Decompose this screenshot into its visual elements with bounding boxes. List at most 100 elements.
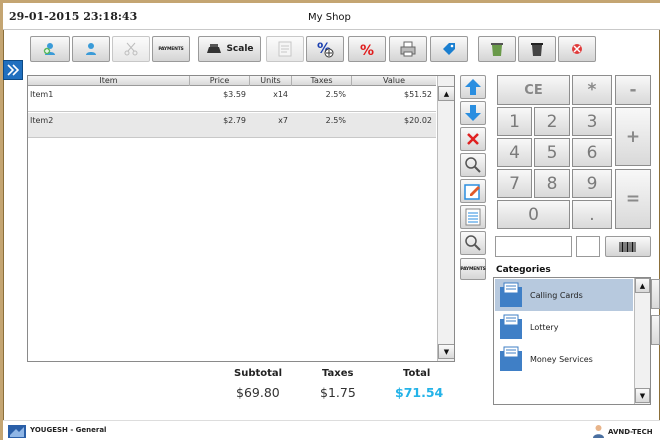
line-discount-button[interactable]: %: [306, 36, 344, 62]
categories-scrollbar[interactable]: ▲ ▼: [634, 278, 650, 404]
user-detail: [30, 435, 140, 440]
delete-x-icon: [467, 133, 479, 145]
percent-plus-icon: %: [317, 41, 334, 58]
customer-button[interactable]: [72, 36, 110, 62]
key-1[interactable]: 1: [497, 107, 532, 136]
scale-icon: [207, 44, 222, 53]
edit-icon: [464, 184, 480, 200]
quantity-input[interactable]: [495, 236, 572, 257]
customer-icon: [86, 43, 96, 55]
subtotal-value: $69.80: [236, 385, 280, 400]
svg-text:%: %: [360, 43, 374, 57]
cell-price: $2.79: [223, 116, 246, 125]
list-icon: [465, 208, 481, 226]
cancel-button[interactable]: [558, 36, 596, 62]
scissors-icon: [124, 42, 138, 56]
triangle-up-icon: ▲: [639, 281, 646, 290]
cancel-icon: [572, 44, 582, 54]
category-folder-icon: [500, 346, 522, 371]
key-3[interactable]: 3: [572, 107, 612, 136]
payments-label: PAYMENTS: [158, 46, 184, 52]
category-lottery[interactable]: Lottery: [495, 311, 633, 343]
price-input[interactable]: [576, 236, 600, 257]
payments-label: PAYMENTS: [460, 266, 486, 272]
edit-button[interactable]: [460, 179, 486, 203]
discount-button[interactable]: %: [348, 36, 386, 62]
key-plus[interactable]: +: [615, 107, 651, 166]
cell-item: Item1: [30, 90, 54, 99]
key-decimal[interactable]: .: [572, 200, 612, 229]
column-header-taxes: Taxes: [292, 76, 352, 86]
scroll-down-button[interactable]: ▼: [635, 388, 650, 403]
category-money-services[interactable]: Money Services: [495, 343, 633, 375]
note-icon: [278, 41, 292, 57]
side-panel-toggle[interactable]: [3, 60, 23, 80]
remove-line-button[interactable]: [460, 127, 486, 151]
product-panel-edge-button[interactable]: [651, 315, 660, 345]
datetime-label: 29-01-2015 23:18:43: [9, 10, 138, 23]
taxes-label: Taxes: [322, 368, 354, 379]
barcode-button[interactable]: [605, 236, 651, 257]
trash-icon: [491, 43, 503, 56]
find-button[interactable]: [460, 231, 486, 255]
cell-value: $20.02: [404, 116, 432, 125]
new-customer-button[interactable]: [30, 36, 70, 62]
key-clear-entry[interactable]: CE: [497, 75, 570, 105]
key-equals[interactable]: =: [615, 169, 651, 229]
key-8[interactable]: 8: [534, 169, 570, 198]
side-payments-button[interactable]: PAYMENTS: [460, 258, 486, 280]
cell-units: x7: [278, 116, 288, 125]
category-label: Money Services: [530, 354, 593, 364]
cell-units: x14: [273, 90, 288, 99]
key-5[interactable]: 5: [534, 138, 570, 167]
barcode-icon: [619, 241, 636, 252]
payments-button[interactable]: PAYMENTS: [152, 36, 190, 62]
key-9[interactable]: 9: [572, 169, 612, 198]
user-name: YOUGESH - General: [30, 426, 107, 434]
category-label: Lottery: [530, 322, 559, 332]
chevron-right-icon: [7, 64, 19, 76]
key-4[interactable]: 4: [497, 138, 532, 167]
key-minus[interactable]: -: [615, 75, 651, 105]
split-button[interactable]: [112, 36, 150, 62]
triangle-down-icon: ▼: [443, 347, 450, 356]
table-header: Item Price Units Taxes Value: [28, 76, 436, 86]
column-header-units: Units: [250, 76, 292, 86]
product-panel-edge-button[interactable]: [651, 279, 660, 309]
user-card-icon: [8, 425, 26, 438]
category-folder-icon: [500, 282, 522, 307]
category-calling-cards[interactable]: Calling Cards: [495, 279, 633, 311]
category-folder-icon: [500, 314, 522, 339]
tag-button[interactable]: [430, 36, 468, 62]
move-up-button[interactable]: [460, 75, 486, 99]
notes-button[interactable]: [266, 36, 304, 62]
scroll-up-button[interactable]: ▲: [438, 86, 454, 101]
scroll-down-button[interactable]: ▼: [438, 344, 454, 359]
key-0[interactable]: 0: [497, 200, 570, 229]
move-down-button[interactable]: [460, 101, 486, 125]
search-icon: [465, 235, 481, 251]
key-2[interactable]: 2: [534, 107, 570, 136]
delete-button[interactable]: [518, 36, 556, 62]
search-button[interactable]: [460, 153, 486, 177]
column-header-item: Item: [28, 76, 190, 86]
table-row[interactable]: Item2 $2.79 x7 2.5% $20.02: [28, 113, 436, 138]
print-button[interactable]: [389, 36, 427, 62]
trash-button[interactable]: [478, 36, 516, 62]
scale-button[interactable]: Scale: [198, 36, 261, 62]
ticket-table: Item Price Units Taxes Value Item1 $3.59…: [27, 75, 455, 362]
table-scrollbar[interactable]: ▲ ▼: [437, 76, 454, 361]
triangle-up-icon: ▲: [443, 89, 450, 98]
table-row[interactable]: Item1 $3.59 x14 2.5% $51.52: [28, 87, 436, 112]
key-6[interactable]: 6: [572, 138, 612, 167]
total-label: Total: [403, 368, 431, 379]
line-list-button[interactable]: [460, 205, 486, 229]
scale-label: Scale: [226, 44, 254, 54]
user-avatar-icon: [593, 425, 604, 438]
key-7[interactable]: 7: [497, 169, 532, 198]
scroll-up-button[interactable]: ▲: [635, 278, 650, 293]
printer-icon: [400, 41, 416, 57]
trash-icon: [531, 43, 543, 56]
categories-list: Calling Cards Lottery Money Services ▲ ▼: [493, 277, 651, 405]
key-multiply[interactable]: *: [572, 75, 612, 105]
